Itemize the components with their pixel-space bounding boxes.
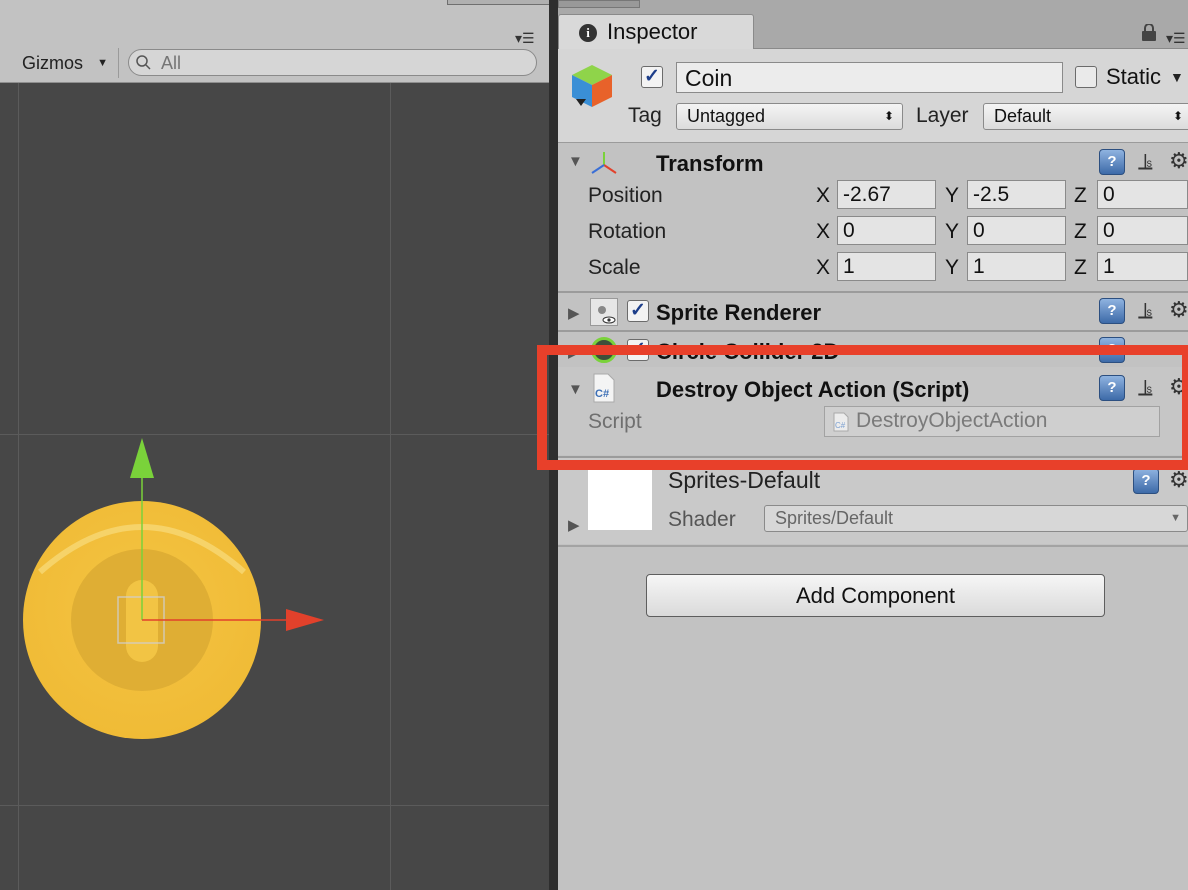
sprite-renderer-component: ▶ ✓ Sprite Renderer ? ⫡ ⚙ — [558, 294, 1188, 330]
add-component-button[interactable]: Add Component — [646, 574, 1105, 617]
help-icon[interactable]: ? — [1099, 149, 1125, 175]
tab-inspector-label: Inspector — [607, 19, 698, 44]
foldout-expanded-icon[interactable]: ▼ — [568, 153, 583, 170]
scene-view[interactable]: ▾☰ Gizmos ▼ — [0, 0, 549, 890]
material-section: ▶ Sprites-Default ? ⚙ Shader Sprites/Def… — [558, 458, 1188, 544]
static-label: Static — [1106, 64, 1162, 89]
updown-icon: ⬍ — [883, 109, 894, 123]
position-x-field[interactable]: -2.67 — [837, 180, 936, 209]
material-preview — [588, 470, 652, 530]
scale-z-field[interactable]: 1 — [1097, 252, 1188, 281]
sprite-renderer-icon — [590, 298, 618, 326]
layer-label: Layer — [916, 104, 969, 127]
scale-x-field[interactable]: 1 — [837, 252, 936, 281]
rotation-x-field[interactable]: 0 — [837, 216, 936, 245]
updown-icon: ⬍ — [1172, 109, 1183, 123]
menu-icon[interactable]: ▾☰ — [1166, 30, 1186, 47]
static-checkbox[interactable] — [1075, 66, 1097, 88]
position-label: Position — [588, 184, 663, 207]
help-icon[interactable]: ? — [1099, 298, 1125, 324]
rotation-label: Rotation — [588, 220, 667, 243]
axis-x-label[interactable]: X — [816, 220, 830, 244]
position-z-field[interactable]: 0 — [1097, 180, 1188, 209]
menu-icon[interactable]: ▾☰ — [515, 30, 535, 47]
tab-inspector[interactable]: i Inspector — [558, 14, 754, 49]
gizmos-dropdown[interactable]: Gizmos ▼ — [0, 46, 118, 80]
info-icon: i — [579, 24, 597, 42]
scene-toolbar: ▾☰ Gizmos ▼ — [0, 0, 549, 83]
material-name: Sprites-Default — [668, 467, 821, 493]
component-separator — [558, 330, 1188, 332]
search-input[interactable] — [159, 52, 523, 74]
axis-y-label[interactable]: Y — [945, 184, 959, 208]
scene-top-buttons[interactable] — [447, 0, 549, 5]
transform-component: ▼ Transform ? ⫡ ⚙ Position X -2.67 Y -2.… — [558, 143, 1188, 289]
axis-z-label[interactable]: Z — [1074, 184, 1087, 208]
gear-icon[interactable]: ⚙ — [1169, 467, 1188, 493]
coin-sprite[interactable] — [0, 82, 549, 890]
gear-icon[interactable]: ⚙ — [1169, 148, 1188, 174]
gizmos-label: Gizmos — [22, 53, 84, 73]
axis-x-label[interactable]: X — [816, 184, 830, 208]
highlight-box — [537, 345, 1188, 470]
gameobject-header: ✓ Coin Static ▼ Tag Untagged ⬍ Layer Def… — [558, 49, 1188, 143]
active-checkbox[interactable]: ✓ — [641, 66, 663, 88]
chevron-down-icon: ▼ — [97, 57, 108, 69]
scale-y-field[interactable]: 1 — [967, 252, 1066, 281]
layer-value: Default — [994, 106, 1052, 126]
search-icon — [135, 53, 153, 71]
lock-icon[interactable] — [1141, 23, 1157, 47]
position-y-field[interactable]: -2.5 — [967, 180, 1066, 209]
shader-value: Sprites/Default — [775, 508, 894, 528]
help-icon[interactable]: ? — [1133, 468, 1159, 494]
rotation-y-field[interactable]: 0 — [967, 216, 1066, 245]
component-separator — [558, 291, 1188, 293]
axis-z-label[interactable]: Z — [1074, 220, 1087, 244]
name-field[interactable]: Coin — [676, 62, 1063, 93]
tag-value: Untagged — [687, 106, 766, 126]
transform-icon — [590, 149, 618, 182]
axis-y-label[interactable]: Y — [945, 220, 959, 244]
cube-icon — [570, 63, 614, 111]
layer-dropdown[interactable]: Default ⬍ — [983, 103, 1188, 130]
component-separator — [558, 545, 1188, 547]
static-dropdown-icon[interactable]: ▼ — [1170, 69, 1184, 85]
rotation-z-field[interactable]: 0 — [1097, 216, 1188, 245]
tag-dropdown[interactable]: Untagged ⬍ — [676, 103, 903, 130]
shader-label: Shader — [668, 508, 736, 531]
divider — [118, 48, 119, 78]
foldout-collapsed-icon[interactable]: ▶ — [568, 516, 580, 534]
axis-x-label[interactable]: X — [816, 256, 830, 280]
chevron-down-icon: ▼ — [1170, 512, 1181, 524]
foldout-collapsed-icon[interactable]: ▶ — [568, 304, 580, 322]
axis-y-label[interactable]: Y — [945, 256, 959, 280]
sprite-renderer-enabled-checkbox[interactable]: ✓ — [627, 300, 649, 322]
axis-z-label[interactable]: Z — [1074, 256, 1087, 280]
inspector-tabbar: i Inspector ▾☰ — [558, 0, 1188, 49]
preset-icon[interactable]: ⫡ — [1138, 149, 1153, 175]
tag-label: Tag — [628, 104, 662, 127]
sprite-renderer-title[interactable]: Sprite Renderer — [656, 300, 821, 326]
shader-dropdown[interactable]: Sprites/Default ▼ — [764, 505, 1188, 532]
scene-search-box[interactable] — [128, 49, 537, 76]
scale-label: Scale — [588, 256, 641, 279]
toolbar-remnant — [558, 0, 640, 8]
gizmo-y-arrow[interactable] — [130, 438, 154, 478]
preset-icon[interactable]: ⫡ — [1138, 298, 1153, 324]
transform-title[interactable]: Transform — [656, 151, 764, 177]
gear-icon[interactable]: ⚙ — [1169, 297, 1188, 323]
gizmo-x-arrow[interactable] — [286, 609, 324, 631]
